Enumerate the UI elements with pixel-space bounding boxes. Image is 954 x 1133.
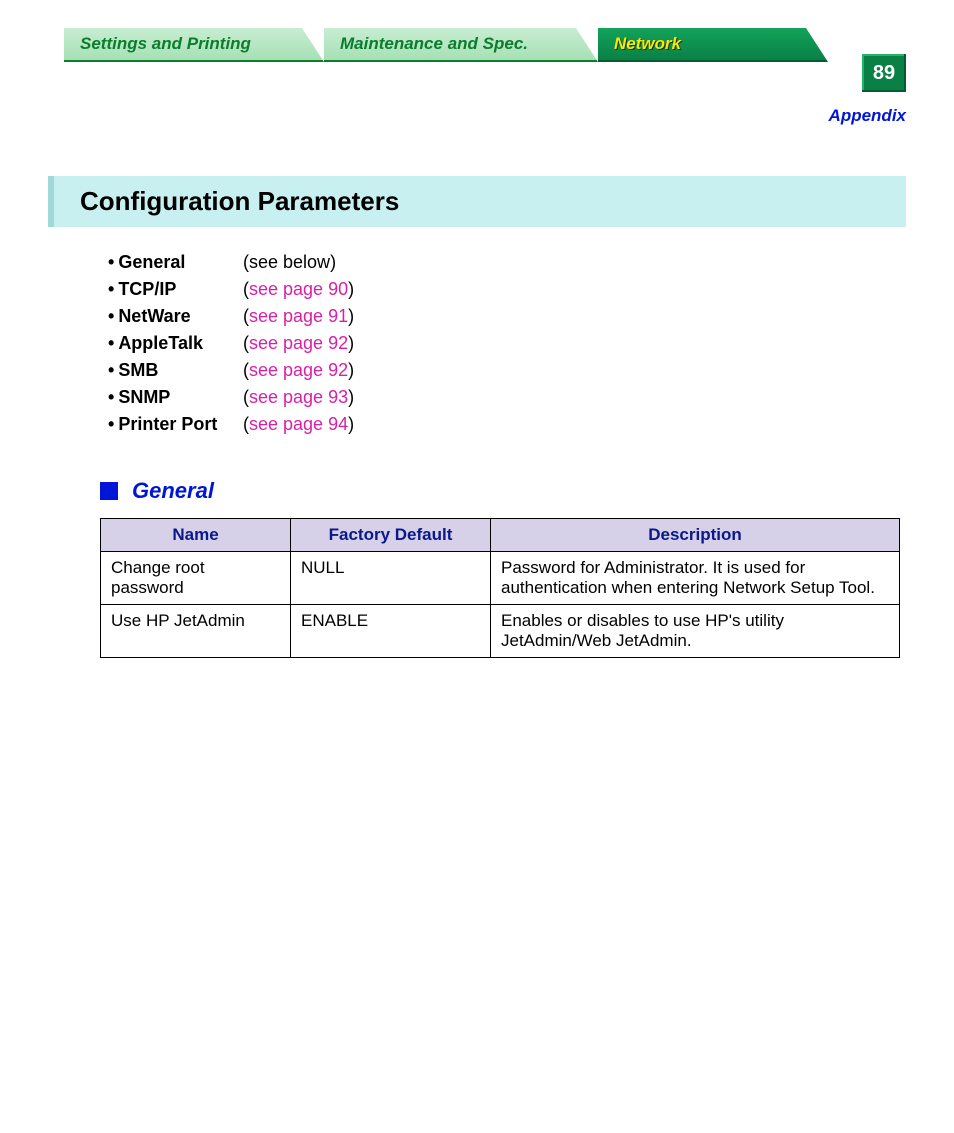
tab-settings[interactable]: Settings and Printing <box>64 28 324 62</box>
param-label: •AppleTalk <box>108 330 243 357</box>
param-label: •Printer Port <box>108 411 243 438</box>
page-title: Configuration Parameters <box>80 186 896 217</box>
tab-network[interactable]: Network <box>598 28 828 62</box>
page-link[interactable]: see page 91 <box>249 306 348 326</box>
table-cell: Use HP JetAdmin <box>101 605 291 658</box>
section-heading: General <box>100 478 954 504</box>
section-title: General <box>132 478 214 504</box>
table-header-name: Name <box>101 519 291 552</box>
param-ref: (see page 94) <box>243 411 354 438</box>
param-list-item: •NetWare(see page 91) <box>108 303 954 330</box>
param-list-item: •Printer Port(see page 94) <box>108 411 954 438</box>
param-label: •General <box>108 249 243 276</box>
table-row: Change root passwordNULLPassword for Adm… <box>101 552 900 605</box>
param-ref: (see page 92) <box>243 330 354 357</box>
tab-label: Maintenance and Spec. <box>340 34 528 54</box>
page-link[interactable]: see page 92 <box>249 360 348 380</box>
param-label: •SMB <box>108 357 243 384</box>
parameter-link-list: •General(see below)•TCP/IP(see page 90)•… <box>108 249 954 438</box>
param-list-item: •General(see below) <box>108 249 954 276</box>
table-header-default: Factory Default <box>291 519 491 552</box>
param-ref-text: see below <box>249 252 330 272</box>
param-ref: (see page 92) <box>243 357 354 384</box>
tab-maintenance[interactable]: Maintenance and Spec. <box>324 28 598 62</box>
page-link[interactable]: see page 94 <box>249 414 348 434</box>
table-header-desc: Description <box>491 519 900 552</box>
param-list-item: •AppleTalk(see page 92) <box>108 330 954 357</box>
general-params-table: Name Factory Default Description Change … <box>100 518 900 658</box>
table-cell: Change root password <box>101 552 291 605</box>
param-label: •NetWare <box>108 303 243 330</box>
table-cell: Password for Administrator. It is used f… <box>491 552 900 605</box>
page-link[interactable]: see page 92 <box>249 333 348 353</box>
table-cell: ENABLE <box>291 605 491 658</box>
table-cell: NULL <box>291 552 491 605</box>
page-link[interactable]: see page 90 <box>249 279 348 299</box>
page-number: 89 <box>873 62 895 85</box>
square-bullet-icon <box>100 482 118 500</box>
param-ref: (see below) <box>243 249 336 276</box>
table-body: Change root passwordNULLPassword for Adm… <box>101 552 900 658</box>
table-row: Use HP JetAdminENABLEEnables or disables… <box>101 605 900 658</box>
tab-label: Network <box>614 34 681 54</box>
top-nav: Settings and Printing Maintenance and Sp… <box>64 28 906 70</box>
param-list-item: •SNMP(see page 93) <box>108 384 954 411</box>
page-number-badge: 89 <box>862 54 906 92</box>
param-ref: (see page 93) <box>243 384 354 411</box>
page-link[interactable]: see page 93 <box>249 387 348 407</box>
appendix-link[interactable]: Appendix <box>829 106 906 126</box>
param-label: •TCP/IP <box>108 276 243 303</box>
param-label: •SNMP <box>108 384 243 411</box>
param-list-item: •SMB(see page 92) <box>108 357 954 384</box>
page-heading-bar: Configuration Parameters <box>48 176 906 227</box>
tab-label: Settings and Printing <box>80 34 251 54</box>
param-list-item: •TCP/IP(see page 90) <box>108 276 954 303</box>
param-ref: (see page 91) <box>243 303 354 330</box>
table-cell: Enables or disables to use HP's utility … <box>491 605 900 658</box>
param-ref: (see page 90) <box>243 276 354 303</box>
